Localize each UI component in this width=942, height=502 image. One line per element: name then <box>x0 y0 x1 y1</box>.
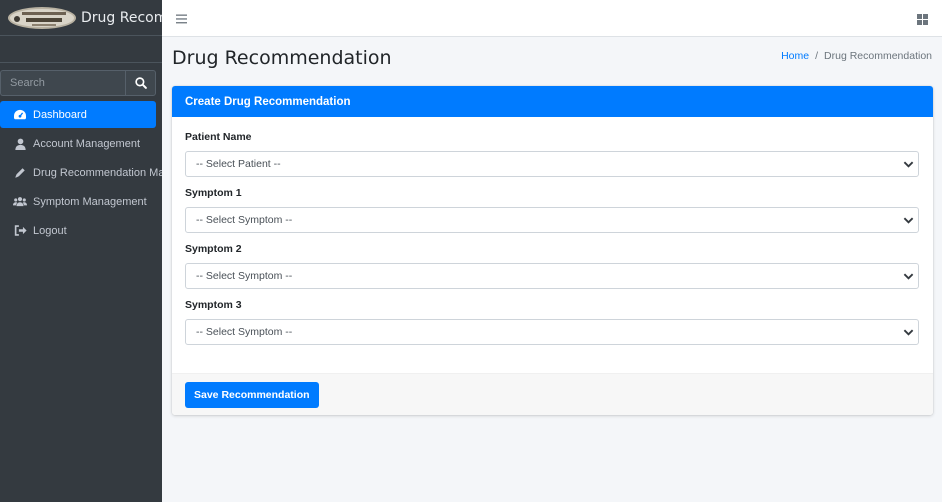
card-title: Create Drug Recommendation <box>172 86 933 117</box>
sidebar-item-logout[interactable]: Logout <box>0 217 162 244</box>
grid-icon <box>917 14 928 25</box>
search-input[interactable] <box>0 70 125 96</box>
symptom-3-select-value: -- Select Symptom -- <box>196 326 293 338</box>
users-icon <box>13 195 27 209</box>
sidebar-item-drug-recommendation-management[interactable]: Drug Recommendation Management <box>0 159 162 186</box>
brand-link[interactable]: Drug Recommendation System <box>0 0 162 36</box>
breadcrumb-current: Drug Recommendation <box>824 50 932 62</box>
search-button[interactable] <box>125 70 156 96</box>
brand-title: Drug Recommendation System <box>81 9 162 26</box>
symptom-1-label: Symptom 1 <box>185 187 242 199</box>
symptom-1-select-value: -- Select Symptom -- <box>196 214 293 226</box>
card-footer: Save Recommendation <box>172 373 933 415</box>
sidebar-item-symptom-management[interactable]: Symptom Management <box>0 188 162 215</box>
sidebar-item-label: Dashboard <box>33 108 87 121</box>
symptom-2-select[interactable]: -- Select Symptom -- <box>185 263 919 289</box>
patient-name-label: Patient Name <box>185 131 252 143</box>
breadcrumb: Home / Drug Recommendation <box>781 50 932 62</box>
breadcrumb-home-link[interactable]: Home <box>781 50 809 62</box>
symptom-2-label: Symptom 2 <box>185 243 242 255</box>
search-icon <box>134 77 147 89</box>
menu-toggle-button[interactable] <box>176 11 187 29</box>
patient-select-value: -- Select Patient -- <box>196 158 281 170</box>
tachometer-icon <box>13 108 27 122</box>
create-recommendation-card: Create Drug Recommendation Patient Name … <box>172 86 933 415</box>
symptom-1-select[interactable]: -- Select Symptom -- <box>185 207 919 233</box>
chevron-down-icon <box>903 217 914 224</box>
chevron-down-icon <box>903 161 914 168</box>
university-logo <box>8 6 76 29</box>
pen-icon <box>13 166 27 180</box>
sidebar-nav: Dashboard Account Management Drug Recomm… <box>0 101 162 246</box>
sidebar-item-label: Account Management <box>33 137 141 150</box>
sidebar-search <box>0 70 156 96</box>
symptom-3-label: Symptom 3 <box>185 299 242 311</box>
symptom-2-select-value: -- Select Symptom -- <box>196 270 293 282</box>
breadcrumb-separator: / <box>815 50 819 62</box>
symptom-3-select[interactable]: -- Select Symptom -- <box>185 319 919 345</box>
save-recommendation-button[interactable]: Save Recommendation <box>185 382 319 408</box>
sidebar-item-label: Logout <box>33 224 67 237</box>
card-body: Patient Name -- Select Patient -- Sympto… <box>172 117 933 373</box>
sidebar-divider <box>0 62 162 63</box>
main-sidebar: Drug Recommendation System Dashboard Acc… <box>0 0 162 502</box>
page-title: Drug Recommendation <box>172 47 392 69</box>
apps-button[interactable] <box>917 12 928 30</box>
sidebar-item-label: Drug Recommendation Management <box>33 166 162 179</box>
user-icon <box>13 137 27 151</box>
sidebar-item-account-management[interactable]: Account Management <box>0 130 162 157</box>
sidebar-item-label: Symptom Management <box>33 195 147 208</box>
chevron-down-icon <box>903 329 914 336</box>
hamburger-icon <box>176 14 187 24</box>
patient-select[interactable]: -- Select Patient -- <box>185 151 919 177</box>
sign-out-icon <box>13 224 27 238</box>
chevron-down-icon <box>903 273 914 280</box>
sidebar-item-dashboard[interactable]: Dashboard <box>0 101 156 128</box>
top-navbar <box>162 0 942 37</box>
